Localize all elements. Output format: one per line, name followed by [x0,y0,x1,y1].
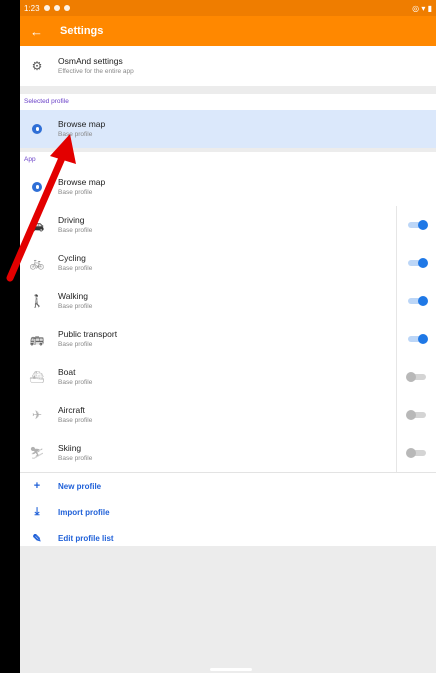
divider [20,86,436,94]
profile-row[interactable]: ⛷ Skiing Base profile [20,434,436,472]
profile-row[interactable]: 🚲 Cycling Base profile [20,244,436,282]
profile-list: Browse map Base profile 🚗 Driving Base profi… [20,168,436,472]
selected-profile-row[interactable]: Browse map Base profile [20,110,436,148]
status-bar: 1:23 ◎ ▾ ▮ [20,0,436,16]
profile-subtitle: Base profile [58,417,93,424]
skiing-icon: ⛷ [29,446,45,460]
action-label: New profile [58,481,102,491]
profile-toggle[interactable] [407,220,428,230]
app-profiles-header: App [20,152,436,168]
notification-icon [43,5,50,11]
profile-toggle-container [396,282,436,320]
profile-title: Aircraft [58,405,85,415]
notification-icon [53,5,60,11]
profile-toggle-container [396,206,436,244]
profile-toggle[interactable] [405,372,426,382]
airplane-icon: ✈ [31,408,43,422]
osmand-settings-title: OsmAnd settings [58,56,123,66]
selected-profile-header: Selected profile [20,94,436,110]
app-bar: ← Settings [20,16,436,46]
status-time: 1:23 [24,3,40,13]
profile-row[interactable]: 🚶 Walking Base profile [20,282,436,320]
profile-toggle[interactable] [407,296,428,306]
profile-toggle-container [396,358,436,396]
status-right: ◎ ▾ ▮ [412,3,432,13]
profile-subtitle: Base profile [58,189,93,196]
profile-subtitle: Base profile [58,455,93,462]
osmand-settings-row[interactable]: ⚙ OsmAnd settings Effective for the enti… [20,46,436,86]
notification-icon [63,5,70,11]
profile-subtitle: Base profile [58,341,93,348]
profile-row[interactable]: ✈ Aircraft Base profile [20,396,436,434]
profile-subtitle: Base profile [58,265,93,272]
bicycle-icon: 🚲 [29,256,45,270]
profile-toggle[interactable] [405,410,426,420]
action-row[interactable]: + New profile [20,473,436,499]
arrow-back-icon[interactable]: ← [30,24,60,39]
globe-icon [20,182,54,192]
navigation-handle[interactable] [210,668,252,671]
profile-row[interactable]: 🚌 Public transport Base profile [20,320,436,358]
profile-toggle-container [396,320,436,358]
bus-icon: 🚌 [29,332,45,346]
profile-toggle-container [396,244,436,282]
profile-toggle[interactable] [407,258,428,268]
profile-row[interactable]: Browse map Base profile [20,168,436,206]
action-label: Import profile [58,507,110,517]
profile-title: Walking [58,291,88,301]
pencil-icon: ✎ [32,532,42,545]
osmand-settings-subtitle: Effective for the entire app [58,68,134,75]
profile-toggle-container [396,434,436,472]
boat-icon: ⛴ [29,370,45,384]
action-list: + New profile ⤓ Import profile ✎ Edit profile… [20,472,436,551]
profile-row[interactable]: 🚗 Driving Base profile [20,206,436,244]
profile-toggle-container [396,396,436,434]
car-icon: 🚗 [29,218,45,232]
profile-title: Cycling [58,253,86,263]
profile-subtitle: Base profile [58,227,93,234]
profile-title: Driving [58,215,85,225]
profile-title: Skiing [58,443,82,453]
profile-toggle[interactable] [407,334,428,344]
profile-subtitle: Base profile [58,303,93,310]
profile-toggle[interactable] [405,448,426,458]
empty-area [20,546,436,673]
gear-icon: ⚙ [31,59,43,73]
globe-icon [20,124,54,134]
plus-icon: + [33,480,41,492]
profile-title: Public transport [58,329,118,339]
page-title: Settings [60,25,104,37]
profile-title: Boat [58,367,76,377]
profile-subtitle: Base profile [58,379,93,386]
profile-row[interactable]: ⛴ Boat Base profile [20,358,436,396]
profile-title: Browse map [58,177,106,187]
walking-icon: 🚶 [29,294,45,308]
app-window: 1:23 ◎ ▾ ▮ ← Settings ⚙ OsmAnd settings … [20,0,436,673]
selected-profile-subtitle: Base profile [58,131,93,138]
action-row[interactable]: ⤓ Import profile [20,499,436,525]
download-icon: ⤓ [34,505,40,518]
selected-profile-title: Browse map [58,119,106,129]
action-label: Edit profile list [58,533,114,543]
